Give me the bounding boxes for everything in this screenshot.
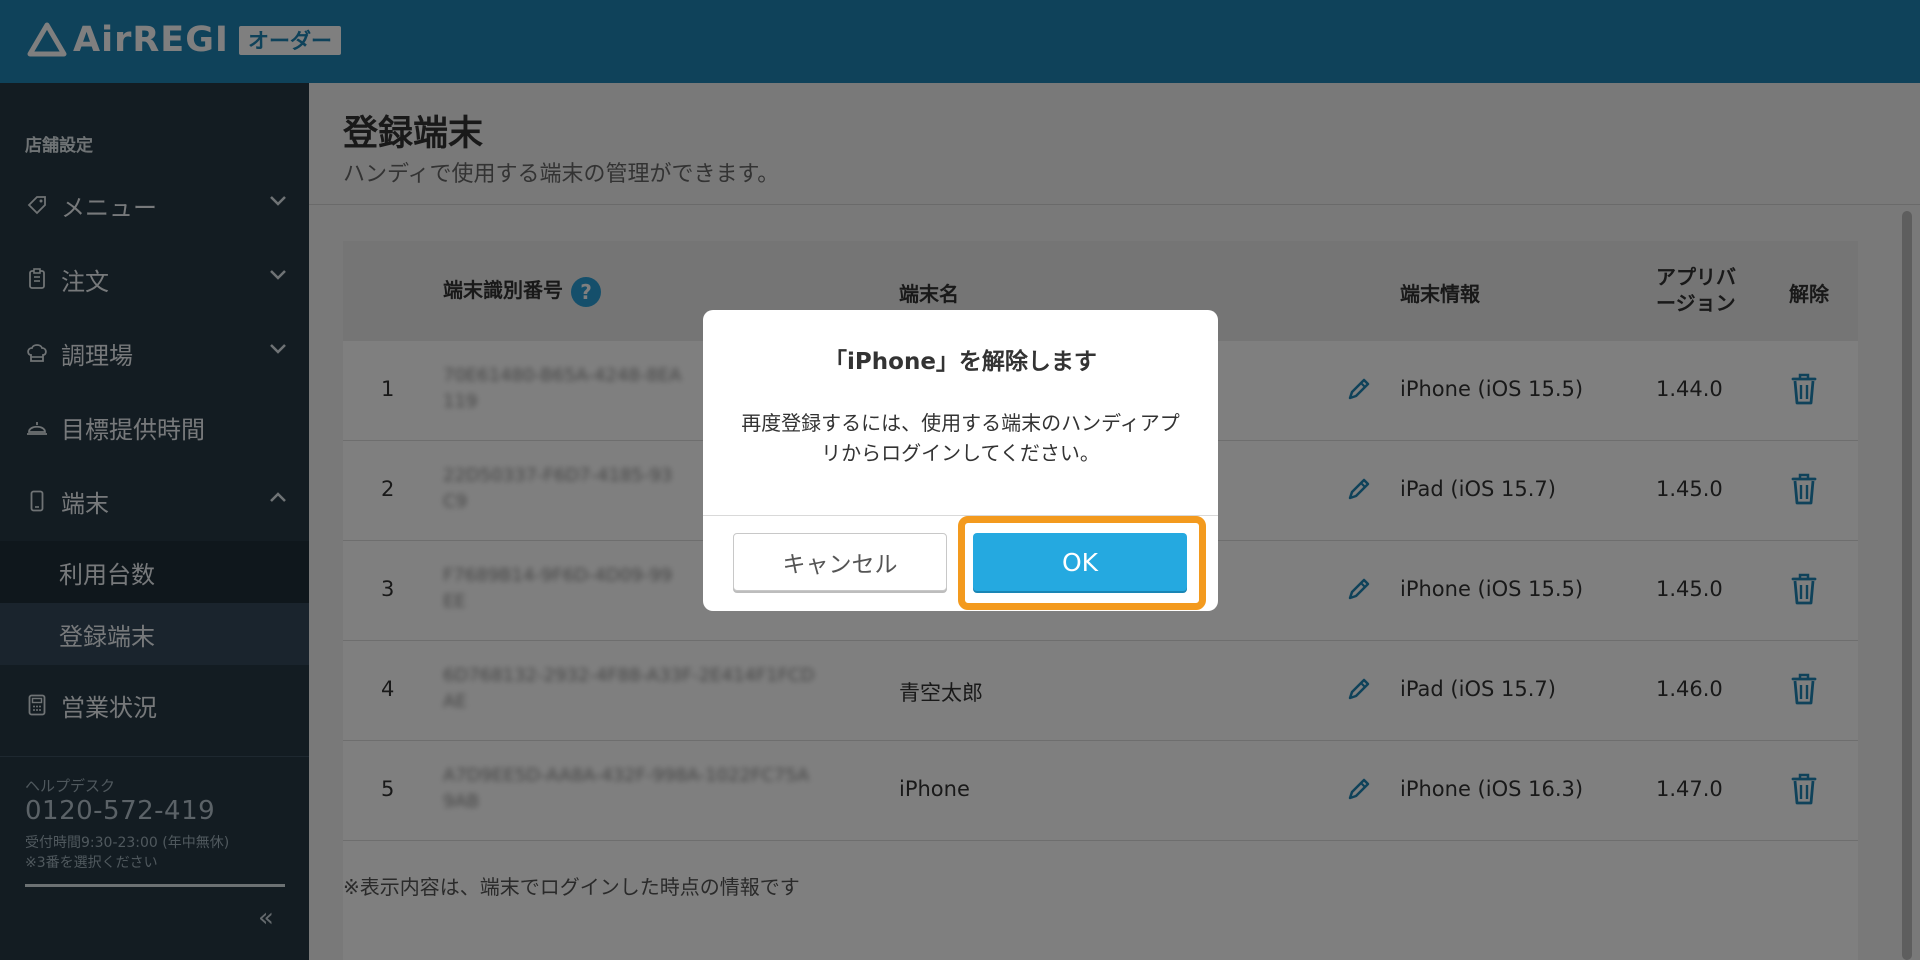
- cancel-button[interactable]: キャンセル: [733, 533, 947, 591]
- dialog-message: 再度登録するには、使用する端末のハンディアプ リからログインしてください。: [727, 408, 1194, 468]
- dialog-message-line: 再度登録するには、使用する端末のハンディアプ: [741, 411, 1180, 435]
- confirm-remove-dialog: 「iPhone」を解除します 再度登録するには、使用する端末のハンディアプ リか…: [703, 310, 1218, 611]
- ok-button[interactable]: OK: [973, 533, 1187, 591]
- dialog-message-line: リからログインしてください。: [821, 441, 1100, 465]
- dialog-title: 「iPhone」を解除します: [824, 349, 1097, 375]
